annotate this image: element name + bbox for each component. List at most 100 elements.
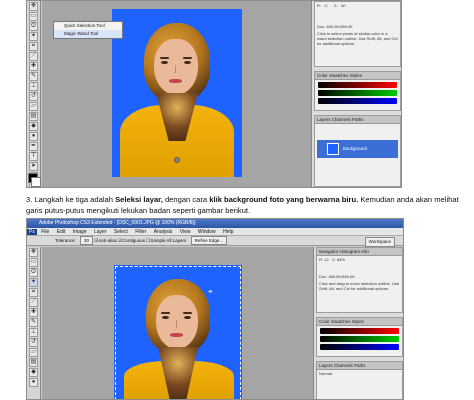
antialias-label: Anti-alias bbox=[98, 238, 117, 243]
dodge-tool-icon[interactable]: ● bbox=[29, 378, 38, 387]
lasso-tool-icon[interactable]: ʘ bbox=[29, 268, 38, 277]
instruction-text-1: Langkah ke tiga adalah bbox=[32, 195, 116, 204]
canvas-area: ⌖ bbox=[42, 247, 313, 399]
cursor-icon: ⌖ bbox=[208, 287, 213, 296]
gradient-tool-icon[interactable]: ▤ bbox=[29, 112, 38, 121]
info-values: R: 12 C: 84% bbox=[319, 257, 346, 262]
window-title: Adobe Photoshop CS3 Extended - [DSC_0001… bbox=[39, 220, 196, 226]
right-eye bbox=[184, 61, 191, 64]
stamp-tool-icon[interactable]: ⊥ bbox=[29, 328, 38, 337]
menu-view[interactable]: View bbox=[177, 229, 194, 235]
blue-slider[interactable] bbox=[318, 98, 397, 104]
background-color-swatch[interactable] bbox=[31, 177, 41, 187]
menu-file[interactable]: File bbox=[38, 229, 52, 235]
toolbox: ✥ ▭ ʘ ✦ ⌗ ⟋ ✚ ✎ ⊥ ↺ ▱ ▤ ◆ ● bbox=[27, 247, 41, 399]
info-hint: Click and drag to move selection outline… bbox=[319, 281, 400, 291]
sample-all-label: Sample All Layers bbox=[150, 238, 187, 243]
info-doc-size: Doc: 489.0K/489.0K bbox=[319, 274, 355, 279]
eraser-tool-icon[interactable]: ▱ bbox=[29, 348, 38, 357]
right-eyebrow bbox=[183, 312, 192, 314]
history-brush-icon[interactable]: ↺ bbox=[29, 92, 38, 101]
magic-wand-tool-icon[interactable]: ✦ bbox=[29, 32, 38, 41]
stamp-tool-icon[interactable]: ⊥ bbox=[29, 82, 38, 91]
red-slider[interactable] bbox=[320, 328, 399, 334]
healing-tool-icon[interactable]: ✚ bbox=[29, 62, 38, 71]
menu-image[interactable]: Image bbox=[70, 229, 90, 235]
move-tool-icon[interactable]: ✥ bbox=[29, 2, 38, 11]
color-panel: Color Swatches Styles bbox=[316, 317, 403, 357]
blue-slider[interactable] bbox=[320, 344, 399, 350]
magic-wand-tool-icon[interactable]: ✦ bbox=[29, 278, 38, 287]
eraser-tool-icon[interactable]: ▱ bbox=[29, 102, 38, 111]
menu-layer[interactable]: Layer bbox=[91, 229, 110, 235]
slice-tool-icon[interactable]: ⟋ bbox=[29, 52, 38, 61]
healing-tool-icon[interactable]: ✚ bbox=[29, 308, 38, 317]
tool-flyout-menu: Quick Selection Tool Magic Wand Tool bbox=[53, 21, 123, 39]
options-bar: Tolerance: 30 ☑Anti-alias ☑Contiguous ☐S… bbox=[27, 236, 403, 246]
slice-tool-icon[interactable]: ⟋ bbox=[29, 298, 38, 307]
menu-help[interactable]: Help bbox=[220, 229, 236, 235]
green-slider[interactable] bbox=[318, 90, 397, 96]
blur-tool-icon[interactable]: ◆ bbox=[29, 122, 38, 131]
marquee-tool-icon[interactable]: ▭ bbox=[29, 258, 38, 267]
color-panel-tabs[interactable]: Color Swatches Styles bbox=[315, 72, 400, 80]
history-brush-icon[interactable]: ↺ bbox=[29, 338, 38, 347]
lasso-tool-icon[interactable]: ʘ bbox=[29, 22, 38, 31]
ps-logo-icon: Ps bbox=[27, 229, 37, 235]
portrait-photo-selected[interactable]: ⌖ bbox=[114, 265, 242, 399]
instruction-paragraph: 3. Langkah ke tiga adalah Seleksi layar,… bbox=[26, 194, 466, 216]
gradient-tool-icon[interactable]: ▤ bbox=[29, 358, 38, 367]
info-panel-tabs[interactable]: Navigator Histogram Info bbox=[317, 248, 402, 256]
tolerance-label: Tolerance: bbox=[55, 238, 76, 243]
green-slider[interactable] bbox=[320, 336, 399, 342]
tolerance-input[interactable]: 30 bbox=[80, 236, 94, 245]
refine-edge-button[interactable]: Refine Edge... bbox=[190, 236, 228, 245]
marquee-tool-icon[interactable]: ▭ bbox=[29, 12, 38, 21]
brush-tool-icon[interactable]: ✎ bbox=[29, 72, 38, 81]
menu-analysis[interactable]: Analysis bbox=[151, 229, 176, 235]
instruction-bold-2: klik background foto yang berwarna biru. bbox=[209, 195, 359, 204]
info-panel: Navigator Histogram Info R: 12 C: 84% Do… bbox=[316, 247, 403, 313]
left-eyebrow bbox=[160, 57, 169, 59]
right-eyebrow bbox=[183, 57, 192, 59]
right-eye bbox=[184, 316, 191, 319]
move-tool-icon[interactable]: ✥ bbox=[29, 248, 38, 257]
dodge-tool-icon[interactable]: ● bbox=[29, 132, 38, 141]
menu-filter[interactable]: Filter bbox=[132, 229, 149, 235]
background-layer[interactable]: Background bbox=[317, 140, 398, 158]
color-panel: Color Swatches Styles bbox=[314, 71, 401, 111]
brush-tool-icon[interactable]: ✎ bbox=[29, 318, 38, 327]
type-tool-icon[interactable]: T bbox=[29, 152, 38, 161]
menu-window[interactable]: Window bbox=[195, 229, 219, 235]
menu-select[interactable]: Select bbox=[111, 229, 131, 235]
path-select-icon[interactable]: ➤ bbox=[29, 162, 38, 171]
crop-tool-icon[interactable]: ⌗ bbox=[29, 288, 38, 297]
magic-wand-tool-item[interactable]: Magic Wand Tool bbox=[54, 30, 122, 38]
jacket-button bbox=[174, 157, 180, 163]
color-panel-tabs[interactable]: Color Swatches Styles bbox=[317, 318, 402, 326]
workspace-button[interactable]: Workspace bbox=[364, 237, 395, 247]
crop-tool-icon[interactable]: ⌗ bbox=[29, 42, 38, 51]
menu-bar: Ps File Edit Image Layer Select Filter A… bbox=[27, 228, 403, 236]
lips bbox=[169, 79, 182, 83]
window-titlebar: Adobe Photoshop CS3 Extended - [DSC_0001… bbox=[27, 219, 403, 228]
layers-panel-tabs[interactable]: Layers Channels Paths bbox=[317, 362, 402, 370]
portrait-photo[interactable] bbox=[112, 9, 242, 177]
nose bbox=[173, 320, 177, 328]
layer-thumbnail bbox=[327, 143, 339, 155]
layers-panel: Layers Channels Paths Normal bbox=[316, 361, 403, 399]
face bbox=[154, 39, 198, 95]
info-values: R: C: X: W: bbox=[317, 3, 346, 8]
layers-panel-tabs[interactable]: Layers Channels Paths bbox=[315, 116, 400, 124]
left-eyebrow bbox=[161, 312, 170, 314]
red-slider[interactable] bbox=[318, 82, 397, 88]
nose bbox=[172, 65, 176, 73]
photoshop-window-step2: ✥ ▭ ʘ ✦ ⌗ ⟋ ✚ ✎ ⊥ ↺ ▱ ▤ ◆ ● ✒ T ➤ ■ ✉ ⁄ … bbox=[26, 0, 402, 188]
contiguous-label: Contiguous bbox=[122, 238, 145, 243]
blend-mode-select[interactable]: Normal bbox=[317, 370, 402, 377]
quick-selection-tool-item[interactable]: Quick Selection Tool bbox=[54, 22, 122, 30]
pen-tool-icon[interactable]: ✒ bbox=[29, 142, 38, 151]
blur-tool-icon[interactable]: ◆ bbox=[29, 368, 38, 377]
info-doc-size: Doc: 489.0K/489.0K bbox=[317, 24, 353, 29]
menu-edit[interactable]: Edit bbox=[54, 229, 69, 235]
